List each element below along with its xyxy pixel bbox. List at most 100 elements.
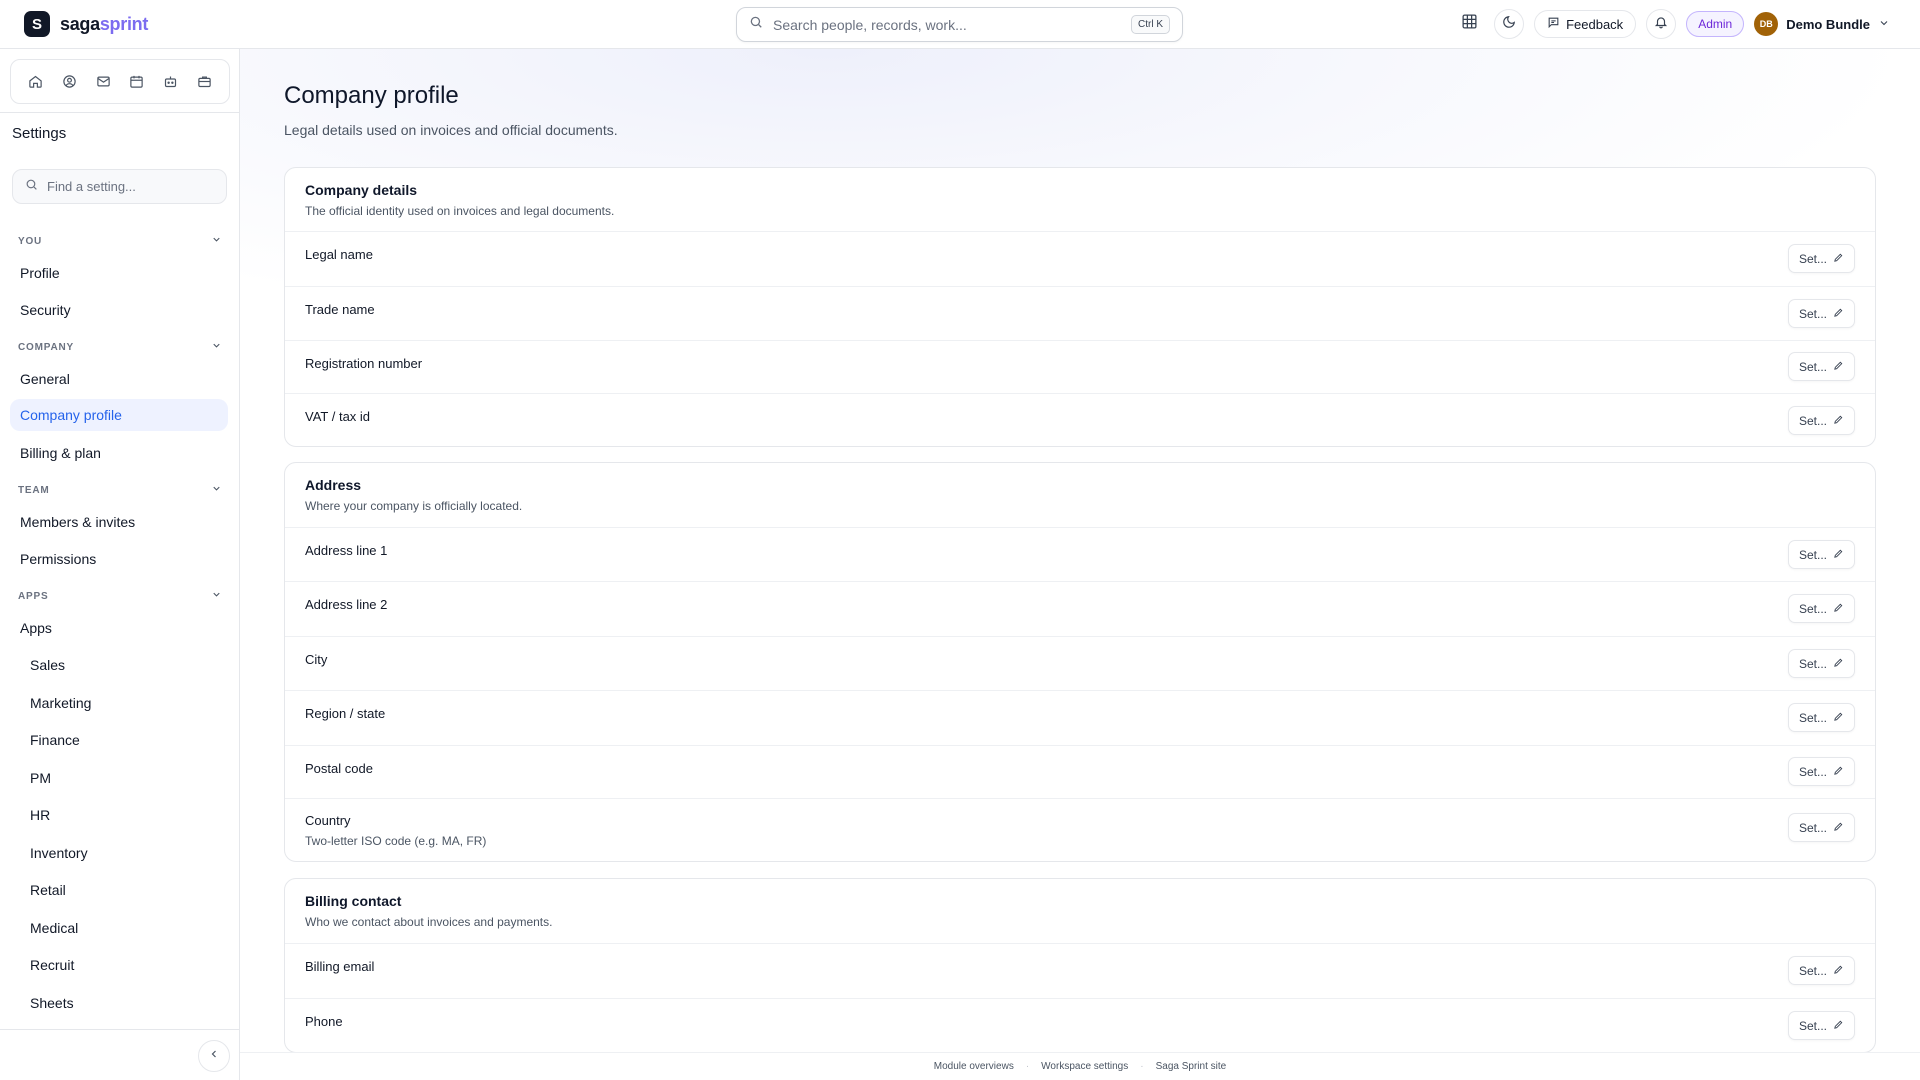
sidebar-item-company-profile[interactable]: Company profile	[10, 399, 228, 431]
settings-search-input[interactable]	[47, 179, 207, 194]
brand[interactable]: S sagasprint	[24, 11, 148, 37]
footer-separator: ·	[1140, 1061, 1144, 1072]
field-label: Billing email	[305, 959, 375, 974]
sidebar-item-sales[interactable]: Sales	[10, 649, 228, 681]
feedback-label: Feedback	[1566, 16, 1624, 32]
field-row-region-state: Region / state Set...	[285, 691, 1875, 746]
field-label: Address line 1	[305, 543, 388, 558]
set-region-state-button[interactable]: Set...	[1788, 703, 1855, 732]
set-city-button[interactable]: Set...	[1788, 649, 1855, 678]
pencil-icon	[1833, 360, 1844, 374]
footer-link-module-overviews[interactable]: Module overviews	[934, 1061, 1014, 1072]
pencil-icon	[1833, 602, 1844, 616]
page-subtitle: Legal details used on invoices and offic…	[284, 122, 618, 138]
sidebar-footer-divider	[0, 1029, 239, 1030]
field-row-postal-code: Postal code Set...	[285, 746, 1875, 799]
section-company[interactable]: COMPANY	[18, 339, 222, 355]
footer-link-workspace-settings[interactable]: Workspace settings	[1041, 1061, 1128, 1072]
sidebar-item-general[interactable]: General	[10, 363, 228, 395]
feedback-button[interactable]: Feedback	[1534, 10, 1637, 38]
field-row-trade-name: Trade name Set...	[285, 287, 1875, 341]
section-you[interactable]: YOU	[18, 233, 222, 249]
settings-sidebar: Settings YOU Profile Security COMPANY Ge…	[0, 49, 240, 1080]
theme-toggle-button[interactable]	[1494, 9, 1525, 39]
set-postal-code-button[interactable]: Set...	[1788, 757, 1855, 786]
sidebar-item-medical[interactable]: Medical	[10, 912, 228, 944]
set-address-line-2-button[interactable]: Set...	[1788, 594, 1855, 623]
set-billing-email-button[interactable]: Set...	[1788, 956, 1855, 985]
section-team[interactable]: TEAM	[18, 482, 222, 498]
grid-icon	[1461, 13, 1478, 35]
card-title: Billing contact	[305, 893, 402, 909]
calendar-icon[interactable]	[125, 70, 149, 94]
role-badge[interactable]: Admin	[1686, 11, 1745, 37]
sidebar-item-inventory[interactable]: Inventory	[10, 837, 228, 869]
brand-logo: S	[24, 11, 50, 37]
set-trade-name-button[interactable]: Set...	[1788, 299, 1855, 328]
set-registration-number-button[interactable]: Set...	[1788, 352, 1855, 381]
pencil-icon	[1833, 307, 1844, 321]
bot-icon[interactable]	[158, 70, 182, 94]
sidebar-item-recruit[interactable]: Recruit	[10, 949, 228, 981]
pencil-icon	[1833, 1019, 1844, 1033]
sidebar-item-apps[interactable]: Apps	[10, 612, 228, 644]
search-shortcut: Ctrl K	[1131, 15, 1170, 34]
set-country-button[interactable]: Set...	[1788, 813, 1855, 842]
briefcase-icon[interactable]	[192, 70, 216, 94]
global-search[interactable]: Ctrl K	[736, 7, 1183, 42]
pencil-icon	[1833, 765, 1844, 779]
card-description: Where your company is officially located…	[305, 499, 523, 513]
address-card: Address Where your company is officially…	[284, 462, 1876, 862]
set-phone-button[interactable]: Set...	[1788, 1011, 1855, 1040]
field-row-vat-tax-id: VAT / tax id Set...	[285, 394, 1875, 446]
field-row-city: City Set...	[285, 637, 1875, 691]
sidebar-item-finance[interactable]: Finance	[10, 724, 228, 756]
settings-search[interactable]	[12, 169, 227, 204]
set-vat-tax-id-button[interactable]: Set...	[1788, 406, 1855, 435]
user-menu[interactable]: DB Demo Bundle	[1754, 12, 1890, 36]
section-apps[interactable]: APPS	[18, 588, 222, 604]
footer-links: Module overviews · Workspace settings · …	[240, 1052, 1920, 1080]
field-label: Address line 2	[305, 597, 388, 612]
top-bar: S sagasprint Ctrl K Feedback	[0, 0, 1920, 49]
moon-icon	[1502, 15, 1516, 34]
notifications-button[interactable]	[1646, 9, 1677, 39]
pencil-icon	[1833, 711, 1844, 725]
footer-link-saga-sprint-site[interactable]: Saga Sprint site	[1156, 1061, 1227, 1072]
set-legal-name-button[interactable]: Set...	[1788, 244, 1855, 273]
field-row-billing-email: Billing email Set...	[285, 944, 1875, 999]
sidebar-item-members[interactable]: Members & invites	[10, 506, 228, 538]
pencil-icon	[1833, 548, 1844, 562]
home-icon[interactable]	[24, 70, 48, 94]
sidebar-item-pm[interactable]: PM	[10, 762, 228, 794]
brand-name: sagasprint	[60, 13, 149, 34]
billing-contact-card: Billing contact Who we contact about inv…	[284, 878, 1876, 1053]
sidebar-item-retail[interactable]: Retail	[10, 874, 228, 906]
sidebar-item-security[interactable]: Security	[10, 294, 228, 326]
pencil-icon	[1833, 964, 1844, 978]
set-address-line-1-button[interactable]: Set...	[1788, 540, 1855, 569]
sidebar-item-billing[interactable]: Billing & plan	[10, 437, 228, 469]
chevron-down-icon	[211, 234, 222, 248]
search-icon	[749, 15, 763, 34]
collapse-sidebar-button[interactable]	[198, 1040, 230, 1072]
field-row-address-line-1: Address line 1 Set...	[285, 528, 1875, 582]
mail-icon[interactable]	[91, 70, 115, 94]
sidebar-item-permissions[interactable]: Permissions	[10, 543, 228, 575]
global-search-input[interactable]	[773, 16, 1131, 33]
company-details-card: Company details The official identity us…	[284, 167, 1876, 447]
apps-grid-button[interactable]	[1454, 9, 1485, 39]
chevron-down-icon	[211, 483, 222, 497]
field-label: Phone	[305, 1014, 343, 1029]
field-row-registration-number: Registration number Set...	[285, 341, 1875, 394]
chevron-left-icon	[208, 1047, 220, 1065]
sidebar-item-marketing[interactable]: Marketing	[10, 687, 228, 719]
sidebar-item-profile[interactable]: Profile	[10, 257, 228, 289]
sidebar-item-sheets[interactable]: Sheets	[10, 987, 228, 1019]
message-icon	[1547, 16, 1560, 32]
pencil-icon	[1833, 414, 1844, 428]
sidebar-item-hr[interactable]: HR	[10, 799, 228, 831]
user-circle-icon[interactable]	[57, 70, 81, 94]
field-hint: Two-letter ISO code (e.g. MA, FR)	[305, 834, 487, 848]
field-row-legal-name: Legal name Set...	[285, 232, 1875, 287]
